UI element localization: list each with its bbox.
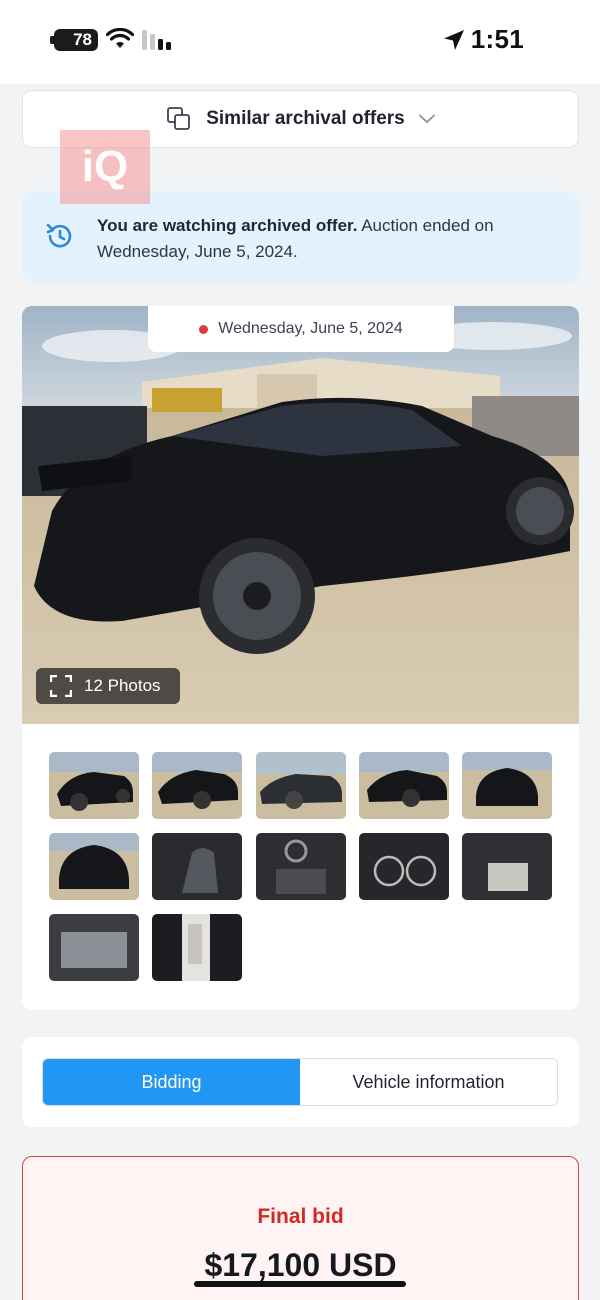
gallery-card: Wednesday, June 5, 2024 12 Photos	[22, 306, 579, 1010]
thumbnail-2[interactable]	[152, 752, 242, 819]
archived-notice-bold: You are watching archived offer.	[97, 216, 358, 235]
thumbnail-4[interactable]	[359, 752, 449, 819]
final-bid-card: Final bid $17,100 USD	[22, 1156, 579, 1300]
thumbnail-1[interactable]	[49, 752, 139, 819]
thumbnail-10[interactable]	[462, 833, 552, 900]
chevron-down-icon	[418, 114, 435, 124]
final-bid-value: $17,100 USD	[204, 1247, 397, 1283]
wifi-icon	[106, 28, 134, 48]
history-icon	[46, 223, 72, 248]
archived-notice: You are watching archived offer. Auction…	[22, 191, 579, 283]
thumbnail-9[interactable]	[359, 833, 449, 900]
status-bar: 78 1:51	[0, 0, 600, 84]
thumbnail-8[interactable]	[256, 833, 346, 900]
auction-date-chip: Wednesday, June 5, 2024	[148, 306, 454, 352]
iq-watermark-logo: iQ	[60, 130, 150, 204]
thumbnail-11[interactable]	[49, 914, 139, 981]
tabs-card: Bidding Vehicle information	[22, 1037, 579, 1127]
tab-vehicle-information[interactable]: Vehicle information	[300, 1059, 557, 1105]
thumbnail-12[interactable]	[152, 914, 242, 981]
status-time: 1:51	[470, 24, 524, 54]
home-indicator[interactable]	[194, 1281, 406, 1287]
clock: 1:51	[443, 24, 524, 55]
thumbnail-3[interactable]	[256, 752, 346, 819]
archived-notice-text: You are watching archived offer. Auction…	[97, 213, 537, 265]
status-dot	[199, 324, 209, 334]
location-arrow-icon	[443, 29, 464, 50]
copy-icon	[167, 107, 191, 130]
thumbnail-6[interactable]	[49, 833, 139, 900]
fullscreen-icon	[50, 675, 72, 697]
photos-count-label: 12 Photos	[84, 676, 161, 695]
battery-indicator: 78	[50, 29, 98, 51]
tab-bar: Bidding Vehicle information	[42, 1058, 558, 1106]
thumbnail-5[interactable]	[462, 752, 552, 819]
tab-bidding[interactable]: Bidding	[43, 1059, 300, 1105]
final-bid-label: Final bid	[257, 1205, 344, 1228]
cellular-signal-icon	[142, 30, 171, 50]
similar-offers-label: Similar archival offers	[206, 108, 405, 129]
thumbnail-7[interactable]	[152, 833, 242, 900]
auction-date: Wednesday, June 5, 2024	[218, 320, 403, 337]
main-vehicle-photo[interactable]	[22, 306, 579, 724]
photos-count-button[interactable]: 12 Photos	[36, 668, 180, 704]
